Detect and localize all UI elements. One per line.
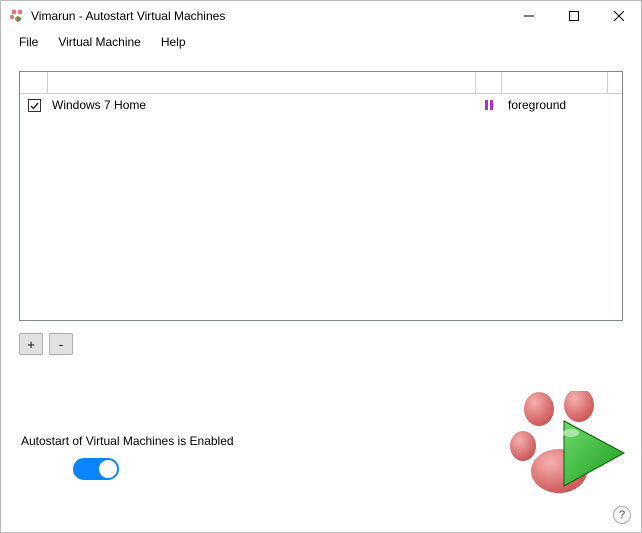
help-button[interactable]: ?	[613, 506, 631, 524]
main-content: Windows 7 Home foreground + -	[1, 53, 641, 355]
col-header-pad	[608, 72, 622, 93]
button-row: + -	[19, 333, 623, 355]
col-header-mode[interactable]	[502, 72, 608, 93]
row-checkbox[interactable]	[28, 99, 41, 112]
menubar: File Virtual Machine Help	[1, 31, 641, 53]
window-controls	[506, 1, 641, 31]
menu-help[interactable]: Help	[151, 33, 196, 51]
col-header-name[interactable]	[48, 72, 476, 93]
titlebar: Vimarun - Autostart Virtual Machines	[1, 1, 641, 31]
autostart-toggle[interactable]	[73, 458, 119, 480]
col-header-check[interactable]	[20, 72, 48, 93]
window-title: Vimarun - Autostart Virtual Machines	[31, 9, 506, 23]
menu-file[interactable]: File	[9, 33, 48, 51]
table-row[interactable]: Windows 7 Home foreground	[20, 94, 622, 116]
row-mode: foreground	[502, 98, 608, 112]
toggle-knob	[99, 460, 117, 478]
menu-virtual-machine[interactable]: Virtual Machine	[48, 33, 151, 51]
autostart-label: Autostart of Virtual Machines is Enabled	[21, 434, 234, 448]
grid-header	[20, 72, 622, 94]
col-header-state[interactable]	[476, 72, 502, 93]
app-icon	[9, 8, 25, 24]
grid-body: Windows 7 Home foreground	[20, 94, 622, 320]
pause-icon	[476, 100, 502, 110]
row-name: Windows 7 Home	[48, 98, 476, 112]
maximize-button[interactable]	[551, 1, 596, 31]
app-logo	[509, 391, 629, 504]
add-button[interactable]: +	[19, 333, 43, 355]
vm-grid: Windows 7 Home foreground	[19, 71, 623, 321]
minimize-button[interactable]	[506, 1, 551, 31]
remove-button[interactable]: -	[49, 333, 73, 355]
autostart-section: Autostart of Virtual Machines is Enabled	[21, 434, 234, 480]
close-button[interactable]	[596, 1, 641, 31]
